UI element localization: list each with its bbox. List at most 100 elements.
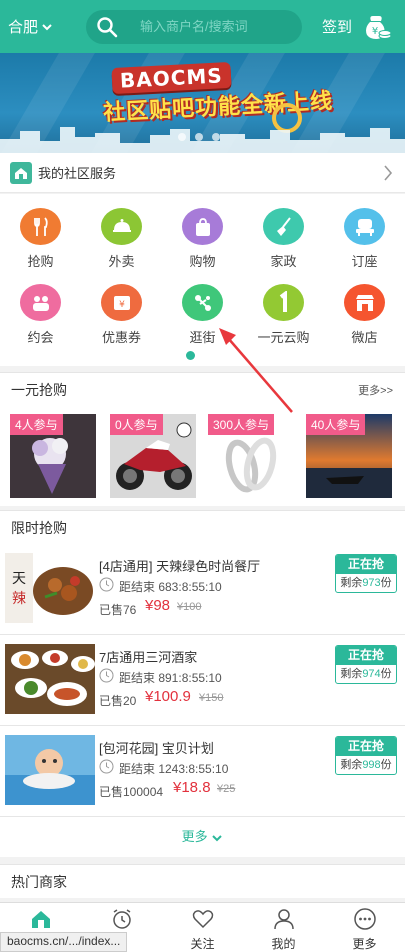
tab-more[interactable]: 更多 — [324, 903, 405, 952]
hot-merchants-header: 热门商家 — [0, 864, 405, 898]
svg-text:天: 天 — [12, 571, 26, 587]
flash-list: 天 辣 [4店通用] 天辣绿色时尚餐厅 距结束 683:8:55:10 已售76… — [0, 544, 405, 857]
grab-button[interactable]: 正在抢 剩余973份 — [335, 554, 397, 593]
remaining-stock: 剩余973份 — [340, 577, 392, 589]
yiyuan-item[interactable]: 40人参与 — [306, 414, 392, 498]
item-name: 7店通用三河酒家 — [99, 650, 198, 665]
clock-icon — [99, 759, 114, 774]
svg-text:¥: ¥ — [119, 300, 125, 310]
remaining-stock: 剩余974份 — [340, 668, 392, 680]
yiyuan-item[interactable]: 4人参与 — [10, 414, 96, 498]
list-item[interactable]: [包河花园] 宝贝计划 距结束 1243:8:55:10 已售100004 ¥1… — [0, 726, 405, 817]
service-item[interactable]: 逛街 — [162, 270, 243, 346]
community-title: 我的社区服务 — [38, 166, 117, 181]
yiyuan-item[interactable]: 0人参与 — [110, 414, 196, 498]
tab-mine[interactable]: 我的 — [243, 903, 324, 952]
service-item[interactable]: 外卖 — [81, 194, 162, 270]
service-label: 逛街 — [189, 330, 216, 345]
clock-icon — [99, 668, 114, 683]
sale-price: ¥18.8 — [173, 779, 211, 796]
yiyuan-title: 一元抢购 — [11, 381, 67, 398]
alarm-clock-icon — [112, 909, 131, 929]
service-item[interactable]: 订座 — [324, 194, 405, 270]
broom-icon — [263, 208, 304, 245]
sold-count: 已售100004 — [99, 785, 164, 799]
yiyuan-more-link[interactable]: 更多>> — [358, 382, 393, 398]
original-price: ¥150 — [199, 692, 224, 704]
search-box[interactable] — [86, 9, 302, 44]
service-label: 抢购 — [27, 254, 54, 269]
takeout-icon — [101, 208, 142, 245]
flash-title: 限时抢购 — [11, 519, 67, 536]
service-label: 外卖 — [108, 254, 135, 269]
city-selector[interactable]: 合肥 — [8, 16, 86, 37]
service-label: 购物 — [189, 254, 216, 269]
service-item[interactable]: 购物 — [162, 194, 243, 270]
service-grid: 抢购 外卖 购物 家政 订座约会 ¥ 优惠券 逛街 一元云购 微店 — [0, 194, 405, 366]
flash-more-button[interactable]: 更多 — [0, 817, 405, 857]
countdown: 距结束 891:8:55:10 — [119, 671, 222, 685]
chevron-right-icon — [384, 165, 393, 181]
user-icon — [273, 909, 294, 930]
city-label: 合肥 — [8, 19, 39, 36]
fork-knife-icon — [20, 208, 61, 245]
grab-button[interactable]: 正在抢 剩余998份 — [335, 736, 397, 775]
restaurant-food-thumbnail: 天 辣 — [5, 553, 95, 623]
list-item[interactable]: 7店通用三河酒家 距结束 891:8:55:10 已售20 ¥100.9 ¥15… — [0, 635, 405, 726]
search-icon — [97, 16, 118, 37]
hot-title: 热门商家 — [11, 873, 67, 890]
sale-price: ¥100.9 — [145, 688, 191, 705]
service-label: 优惠券 — [101, 330, 141, 345]
community-service-row[interactable]: 我的社区服务 — [0, 153, 405, 193]
money-bag-icon[interactable]: ¥ — [362, 12, 392, 42]
service-item[interactable]: 家政 — [243, 194, 324, 270]
service-item[interactable]: 抢购 — [0, 194, 81, 270]
shopping-bag-icon — [182, 208, 223, 245]
sold-count: 已售20 — [99, 694, 137, 708]
service-item[interactable]: 一元云购 — [243, 270, 324, 346]
flash-header: 限时抢购 — [0, 510, 405, 544]
home-icon — [31, 911, 50, 928]
service-label: 微店 — [351, 330, 378, 345]
grid-pager-dot[interactable] — [186, 351, 195, 360]
dating-icon — [20, 284, 61, 321]
house-icon — [10, 161, 32, 184]
status-bar-url: baocms.cn/.../index... — [0, 932, 128, 952]
search-input[interactable] — [140, 19, 290, 34]
service-label: 一元云购 — [257, 330, 310, 345]
service-label: 约会 — [27, 330, 54, 345]
countdown: 距结束 1243:8:55:10 — [119, 762, 229, 776]
banquet-food-thumbnail — [5, 644, 95, 714]
tab-follow[interactable]: 关注 — [162, 903, 243, 952]
sale-price: ¥98 — [145, 597, 171, 614]
service-label: 订座 — [351, 254, 378, 269]
remaining-stock: 剩余998份 — [340, 759, 392, 771]
service-item[interactable]: ¥ 优惠券 — [81, 270, 162, 346]
one-yuan-icon — [263, 284, 304, 321]
clock-icon — [99, 577, 114, 592]
chevron-down-icon — [212, 834, 223, 841]
service-item[interactable]: 微店 — [324, 270, 405, 346]
seat-icon — [344, 208, 385, 245]
original-price: ¥100 — [177, 601, 202, 613]
coupon-icon: ¥ — [101, 284, 142, 321]
baby-swim-thumbnail — [5, 735, 95, 805]
banner-pager[interactable] — [178, 133, 220, 141]
service-item[interactable]: 约会 — [0, 270, 81, 346]
countdown: 距结束 683:8:55:10 — [119, 580, 222, 594]
sold-count: 已售76 — [99, 603, 137, 617]
more-dots-icon — [353, 908, 376, 930]
heart-icon — [192, 910, 213, 929]
chevron-down-icon — [42, 23, 52, 30]
grab-button[interactable]: 正在抢 剩余974份 — [335, 645, 397, 684]
promo-banner[interactable]: BAOCMS 社区贴吧功能全新上线 — [0, 53, 405, 153]
service-label: 家政 — [270, 254, 297, 269]
top-header: 合肥 签到 ¥ — [0, 0, 405, 53]
original-price: ¥25 — [217, 783, 236, 795]
stroll-icon — [182, 284, 223, 321]
yiyuan-item[interactable]: 300人参与 — [208, 414, 294, 498]
svg-text:辣: 辣 — [12, 591, 26, 607]
list-item[interactable]: 天 辣 [4店通用] 天辣绿色时尚餐厅 距结束 683:8:55:10 已售76… — [0, 544, 405, 635]
signin-button[interactable]: 签到 — [322, 16, 352, 37]
yiyuan-list: 4人参与 0人参与 300人参与 40人参与 — [0, 406, 405, 506]
